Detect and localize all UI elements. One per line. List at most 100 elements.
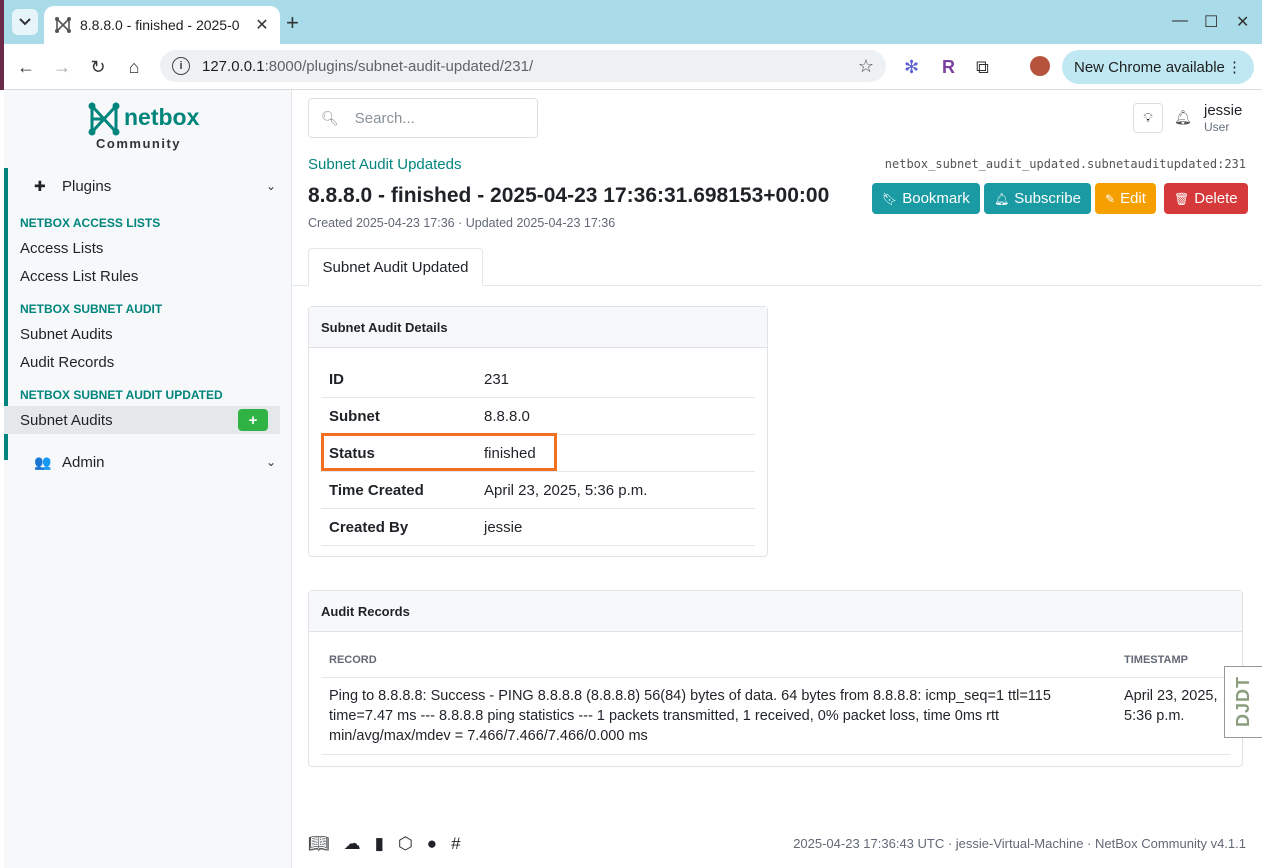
user-role: User xyxy=(1204,120,1230,134)
sidebar-item-audit-records[interactable]: Audit Records xyxy=(4,348,292,376)
chrome-update-label: New Chrome available xyxy=(1074,58,1225,76)
sidebar-group-access-lists: NETBOX ACCESS LISTS Access Lists Access … xyxy=(4,204,292,290)
puzzle-icon: ✚ xyxy=(34,177,46,194)
attr-row-id: ID 231 xyxy=(321,361,755,398)
edit-button[interactable]: ✎ Edit xyxy=(1095,183,1156,214)
tab-strip: 8.8.8.0 - finished - 2025-0 ✕ + — ☐ ✕ xyxy=(4,0,1262,44)
column-header-timestamp[interactable]: TIMESTAMP xyxy=(1124,654,1188,666)
sidebar-plugins-toggle[interactable]: ✚ Plugins ⌄ xyxy=(4,168,292,204)
sidebar-item-access-list-rules[interactable]: Access List Rules xyxy=(4,262,292,290)
delete-button[interactable]: 🗑︎ Delete xyxy=(1164,183,1248,214)
minimize-icon[interactable]: — xyxy=(1172,12,1188,30)
theme-toggle-button[interactable]: 💡︎ xyxy=(1133,103,1163,133)
attr-row-created-by: Created By jessie xyxy=(321,509,755,546)
details-card: Subnet Audit Details ID 231 Subnet 8.8.8… xyxy=(308,306,768,557)
sidebar-group-title: NETBOX SUBNET AUDIT xyxy=(20,302,163,316)
sidebar-item-access-lists[interactable]: Access Lists xyxy=(4,234,292,262)
reload-icon[interactable]: ↻ xyxy=(86,55,110,79)
footer-links: 📖︎ ☁︎ ▮ ⬡ ● # xyxy=(308,834,461,854)
page-meta: Created 2025-04-23 17:36 · Updated 2025-… xyxy=(308,216,616,230)
chevron-down-icon: ⌄ xyxy=(265,455,276,469)
github-icon[interactable]: ● xyxy=(427,834,437,854)
table-header-divider xyxy=(321,677,1231,678)
tab-subnet-audit-updated[interactable]: Subnet Audit Updated xyxy=(308,248,483,286)
home-icon[interactable]: ⌂ xyxy=(122,55,146,79)
subscribe-button[interactable]: 🔔︎ Subscribe xyxy=(984,183,1091,214)
graphql-icon[interactable]: ⬡ xyxy=(398,834,413,854)
table-cell-record: Ping to 8.8.8.8: Success - PING 8.8.8.8 … xyxy=(329,688,1051,744)
sidebar-scrollbar[interactable] xyxy=(281,90,291,868)
site-info-icon[interactable]: i xyxy=(172,57,190,75)
attr-value: 231 xyxy=(484,370,510,388)
column-header-record[interactable]: RECORD xyxy=(329,654,377,666)
url-text: 127.0.0.1:8000/plugins/subnet-audit-upda… xyxy=(202,57,534,75)
sidebar-admin-label: Admin xyxy=(62,453,105,471)
chrome-update-button[interactable]: New Chrome available ⋮ xyxy=(1062,50,1254,84)
bell-plus-icon: 🔔︎ xyxy=(994,191,1010,206)
delete-label: Delete xyxy=(1194,190,1238,207)
address-bar[interactable]: i 127.0.0.1:8000/plugins/subnet-audit-up… xyxy=(160,50,886,82)
pencil-icon: ✎ xyxy=(1105,191,1116,206)
edit-label: Edit xyxy=(1120,190,1146,207)
attr-value: 8.8.8.0 xyxy=(484,407,530,425)
api-docs-icon[interactable]: ▮ xyxy=(375,834,384,854)
maximize-icon[interactable]: ☐ xyxy=(1204,12,1218,32)
chevron-down-icon xyxy=(19,18,31,26)
extension-r-icon[interactable]: R xyxy=(942,57,955,78)
users-icon: 👥 xyxy=(34,453,52,470)
tab-search-button[interactable] xyxy=(12,9,38,35)
docs-book-icon[interactable]: 📖︎ xyxy=(308,834,330,854)
profile-avatar[interactable] xyxy=(1030,56,1050,76)
sidebar-group-subnet-audit: NETBOX SUBNET AUDIT Subnet Audits Audit … xyxy=(4,290,292,376)
extensions-puzzle-icon[interactable]: ⧉ xyxy=(976,57,989,78)
main-content: 🔍︎ Search... 💡︎ 🔔︎ jessie User Subnet Au… xyxy=(292,90,1262,868)
attr-key: Created By xyxy=(329,518,409,536)
sidebar-item-subnet-audits-updated[interactable]: Subnet Audits + xyxy=(4,406,280,434)
new-tab-button[interactable]: + xyxy=(286,10,299,36)
sidebar-group-subnet-audit-updated: NETBOX SUBNET AUDIT UPDATED Subnet Audit… xyxy=(4,376,292,434)
back-icon[interactable]: ← xyxy=(14,55,38,79)
search-input[interactable]: 🔍︎ Search... xyxy=(308,98,538,138)
page-title: 8.8.8.0 - finished - 2025-04-23 17:36:31… xyxy=(308,184,830,207)
add-subnet-audit-button[interactable]: + xyxy=(238,409,268,431)
trash-icon: 🗑︎ xyxy=(1174,191,1190,206)
slack-icon[interactable]: # xyxy=(451,834,460,854)
django-debug-toolbar-handle[interactable]: DJDT xyxy=(1224,666,1262,738)
netbox-logo-icon xyxy=(88,102,120,136)
browser-toolbar: ← → ↻ ⌂ i 127.0.0.1:8000/plugins/subnet-… xyxy=(4,44,1262,90)
table-cell-timestamp: April 23, 2025, 5:36 p.m. xyxy=(1124,688,1218,724)
api-cloud-icon[interactable]: ☁︎ xyxy=(344,834,361,854)
extension-snowflake-icon[interactable]: ✻ xyxy=(904,57,919,78)
browser-tab[interactable]: 8.8.8.0 - finished - 2025-0 ✕ xyxy=(44,6,280,44)
attr-key: Time Created xyxy=(329,481,424,499)
forward-icon[interactable]: → xyxy=(50,55,74,79)
footer-text: 2025-04-23 17:36:43 UTC · jessie-Virtual… xyxy=(793,836,1246,851)
close-tab-icon[interactable]: ✕ xyxy=(254,15,270,35)
attr-key: Subnet xyxy=(329,407,380,425)
status-highlight-box xyxy=(321,433,557,471)
more-menu-icon[interactable]: ⋮ xyxy=(1227,58,1242,76)
sidebar-item-subnet-audits[interactable]: Subnet Audits xyxy=(4,320,292,348)
netbox-logo[interactable]: netbox Community xyxy=(82,100,212,154)
bookmark-label: Bookmark xyxy=(902,190,970,207)
sidebar-menu: ✚ Plugins ⌄ NETBOX ACCESS LISTS Access L… xyxy=(4,168,292,480)
search-placeholder: Search... xyxy=(354,109,415,127)
close-window-icon[interactable]: ✕ xyxy=(1236,12,1249,32)
tab-title: 8.8.8.0 - finished - 2025-0 xyxy=(80,17,240,33)
browser-window: 8.8.8.0 - finished - 2025-0 ✕ + — ☐ ✕ ← … xyxy=(4,0,1262,868)
djdt-label: DJDT xyxy=(1233,676,1253,728)
attr-key: ID xyxy=(329,370,344,388)
user-name[interactable]: jessie xyxy=(1204,102,1242,119)
sidebar-plugins-label: Plugins xyxy=(62,177,112,195)
chevron-down-icon: ⌄ xyxy=(265,179,276,193)
sidebar: netbox Community ✚ Plugins ⌄ NETBOX ACCE… xyxy=(4,90,292,868)
sidebar-item-label: Subnet Audits xyxy=(20,411,113,429)
breadcrumb[interactable]: Subnet Audit Updateds xyxy=(308,156,461,173)
attr-value: jessie xyxy=(484,518,523,536)
sidebar-admin-toggle[interactable]: 👥 Admin ⌄ xyxy=(4,444,292,480)
bookmark-star-icon[interactable]: ☆ xyxy=(858,56,874,77)
attr-row-subnet: Subnet 8.8.8.0 xyxy=(321,398,755,435)
bell-icon[interactable]: 🔔︎ xyxy=(1174,109,1192,126)
attr-row-time-created: Time Created April 23, 2025, 5:36 p.m. xyxy=(321,472,755,509)
bookmark-button[interactable]: 🔖︎ Bookmark xyxy=(872,183,980,214)
